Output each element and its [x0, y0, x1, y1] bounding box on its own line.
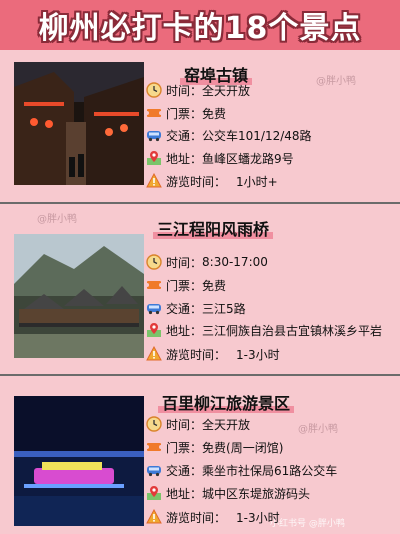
info-value: 乘坐市社保局61路公交车	[202, 463, 338, 478]
info-label: 地址：	[166, 151, 203, 166]
info-row: 时间： 全天开放	[146, 414, 250, 434]
info-value: 免费(周一闭馆)	[202, 440, 284, 455]
info-value: 1小时+	[236, 174, 278, 189]
map-pin-icon	[146, 485, 162, 501]
clock-icon	[146, 82, 162, 98]
warning-icon	[146, 172, 162, 189]
watermark-2: @胖小鸭	[37, 214, 77, 225]
footer-watermark: 小红书号 @胖小鸭	[270, 519, 345, 529]
watermark-1: @胖小鸭	[316, 76, 356, 87]
info-row: 地址： 鱼峰区蟠龙路9号	[146, 148, 294, 168]
spot-photo-yaobu	[14, 62, 144, 185]
info-row: 交通： 公交车101/12/48路	[146, 125, 312, 145]
warning-icon	[146, 508, 162, 525]
spot-heading-2: 三江程阳风雨桥	[153, 216, 274, 240]
info-row: 时间： 8:30-17:00	[146, 252, 268, 272]
info-label: 门票：	[166, 106, 203, 121]
clock-icon	[146, 254, 162, 270]
divider-1	[0, 202, 400, 204]
info-value: 免费	[202, 278, 227, 293]
info-value: 8:30-17:00	[202, 255, 268, 269]
info-label: 交通：	[166, 128, 203, 143]
info-label: 交通：	[166, 301, 203, 316]
info-value: 鱼峰区蟠龙路9号	[202, 151, 294, 166]
info-label: 游览时间：	[166, 174, 227, 189]
ticket-icon	[145, 439, 163, 455]
title-bar: 柳州必打卡的18个景点	[0, 0, 400, 50]
ticket-icon	[145, 277, 163, 293]
info-label: 时间：	[166, 255, 203, 270]
info-label: 交通：	[166, 463, 203, 478]
info-row: 地址： 城中区东堤旅游码头	[146, 483, 310, 503]
bus-icon	[146, 127, 162, 143]
info-label: 地址：	[166, 486, 203, 501]
bus-icon	[146, 300, 162, 316]
info-label: 时间：	[166, 83, 203, 98]
info-label: 地址：	[166, 323, 203, 338]
clock-icon	[146, 416, 162, 432]
bus-icon	[146, 462, 162, 478]
info-value: 城中区东堤旅游码头	[202, 486, 311, 501]
info-value: 1-3小时	[236, 510, 280, 525]
spot-heading-3: 百里柳江旅游景区	[158, 390, 295, 414]
info-row: 门票： 免费	[145, 103, 227, 123]
info-row: 交通： 乘坐市社保局61路公交车	[146, 460, 337, 480]
page-title: 柳州必打卡的18个景点	[38, 11, 362, 46]
watermark-3: @胖小鸭	[298, 424, 338, 435]
spot-photo-liujiang	[14, 396, 144, 526]
info-row: 时间： 全天开放	[146, 80, 250, 100]
divider-2	[0, 374, 400, 376]
info-label: 门票：	[166, 440, 203, 455]
info-label: 门票：	[166, 278, 203, 293]
info-value: 三江5路	[202, 301, 246, 316]
info-row: 交通： 三江5路	[146, 298, 246, 318]
ticket-icon	[145, 105, 163, 121]
info-row: 游览时间： 1-3小时	[146, 344, 280, 364]
map-pin-icon	[146, 150, 162, 166]
info-row: 游览时间： 1-3小时	[146, 507, 280, 527]
info-value: 免费	[202, 106, 227, 121]
spot-photo-chengyang	[14, 234, 144, 358]
info-value: 全天开放	[202, 83, 251, 98]
info-value: 公交车101/12/48路	[202, 128, 312, 143]
map-pin-icon	[146, 322, 162, 338]
info-value: 三江侗族自治县古宜镇林溪乡平岩	[202, 323, 383, 338]
info-label: 时间：	[166, 417, 203, 432]
info-value: 全天开放	[202, 417, 251, 432]
info-label: 游览时间：	[166, 510, 227, 525]
info-value: 1-3小时	[236, 347, 280, 362]
info-row: 地址： 三江侗族自治县古宜镇林溪乡平岩	[146, 320, 382, 340]
info-row: 游览时间： 1小时+	[146, 171, 278, 191]
warning-icon	[146, 345, 162, 362]
info-row: 门票： 免费(周一闭馆)	[145, 437, 284, 457]
info-row: 门票： 免费	[145, 275, 227, 295]
info-label: 游览时间：	[166, 347, 227, 362]
